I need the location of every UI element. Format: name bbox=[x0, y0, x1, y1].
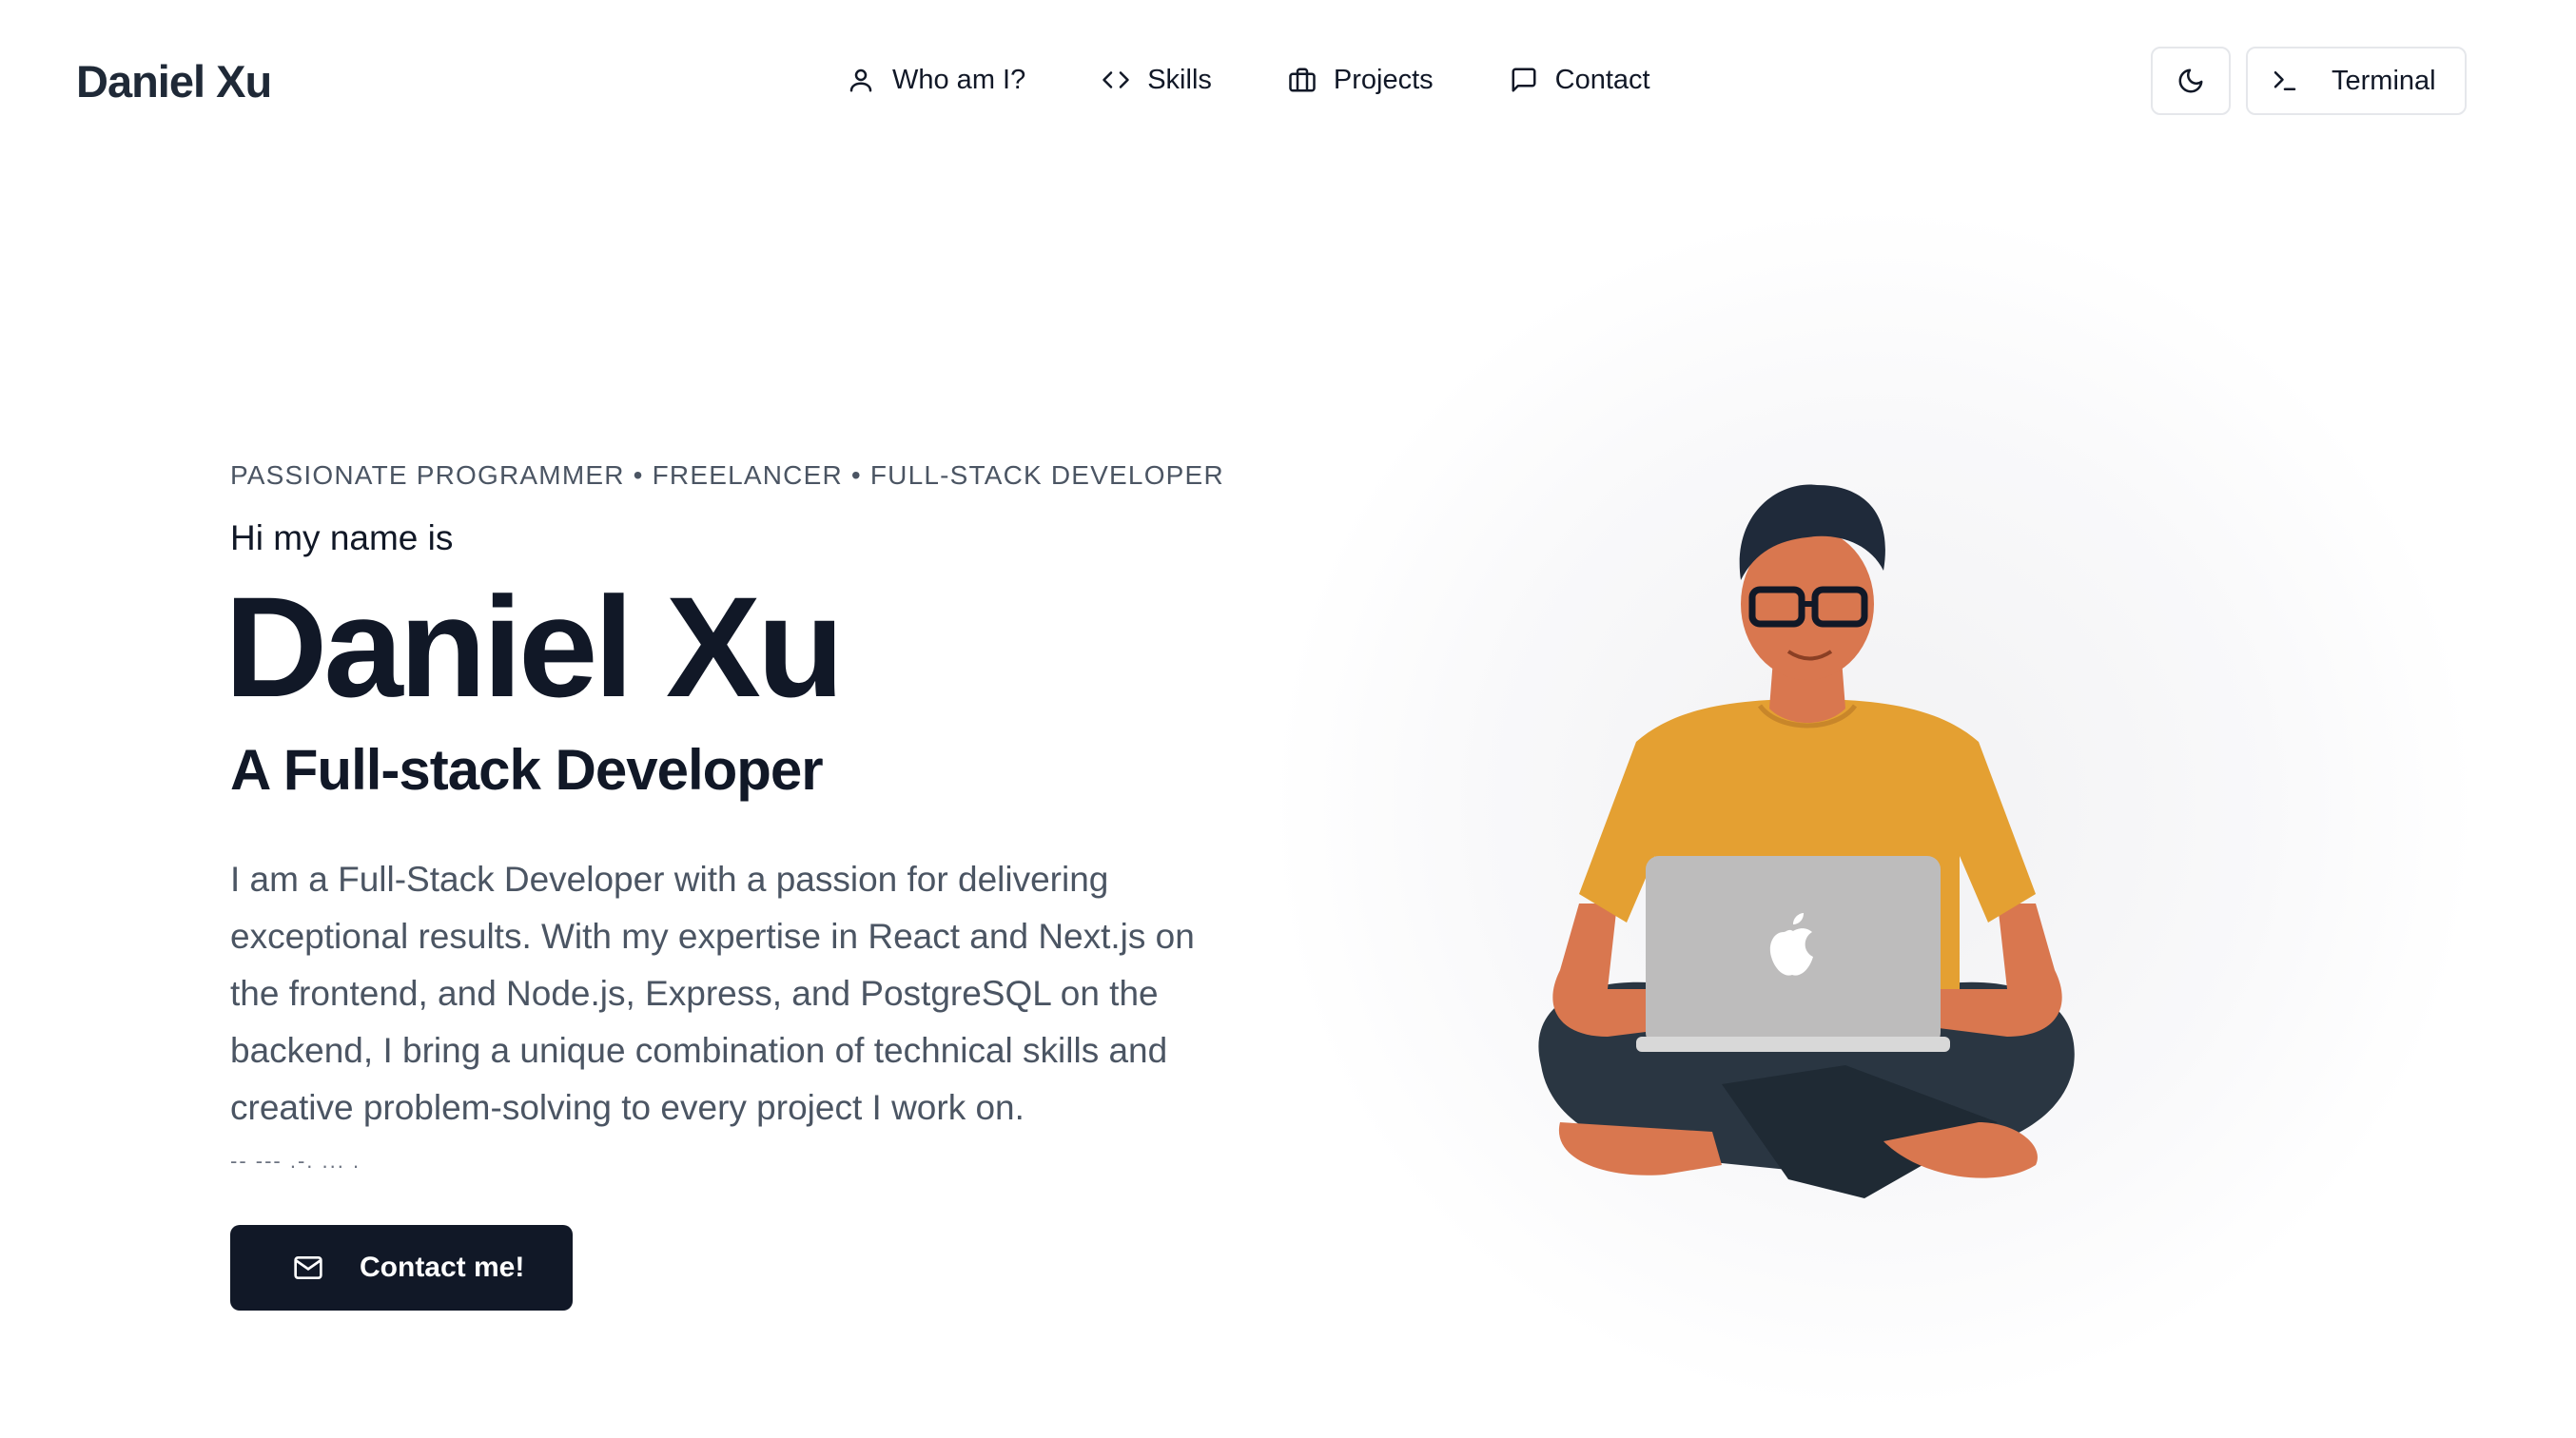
theme-toggle-button[interactable] bbox=[2151, 47, 2231, 115]
code-icon bbox=[1103, 71, 1129, 88]
hero-intro: Hi my name is bbox=[230, 518, 454, 557]
nav-projects[interactable]: Projects bbox=[1288, 61, 1434, 99]
hero-tagline: PASSIONATE PROGRAMMER • FREELANCER • FUL… bbox=[230, 460, 1224, 490]
nav-label: Who am I? bbox=[892, 64, 1026, 95]
moon-icon bbox=[2178, 68, 2203, 93]
message-icon bbox=[1512, 68, 1536, 92]
hero-name: Daniel Xu bbox=[224, 567, 844, 727]
terminal-label: Terminal bbox=[2332, 65, 2436, 96]
main-nav: Who am I? Skills Projects Contact bbox=[847, 61, 1727, 99]
terminal-button[interactable]: Terminal bbox=[2246, 47, 2467, 115]
hero-role: A Full-stack Developer bbox=[230, 738, 824, 802]
user-icon bbox=[849, 68, 872, 92]
nav-contact[interactable]: Contact bbox=[1510, 61, 1650, 99]
contact-me-button[interactable]: Contact me! bbox=[230, 1225, 573, 1311]
nav-label: Contact bbox=[1554, 64, 1650, 95]
nav-who-am-i[interactable]: Who am I? bbox=[847, 61, 1025, 99]
site-brand[interactable]: Daniel Xu bbox=[76, 55, 272, 107]
hero-bio: I am a Full-Stack Developer with a passi… bbox=[230, 860, 1195, 1127]
briefcase-icon bbox=[1289, 68, 1316, 92]
cta-label: Contact me! bbox=[360, 1252, 525, 1283]
nav-skills[interactable]: Skills bbox=[1102, 61, 1212, 99]
morse-text: -- --- .-. ... . bbox=[230, 1149, 361, 1173]
developer-illustration bbox=[1538, 484, 2075, 1198]
mail-icon bbox=[294, 1256, 322, 1279]
nav-label: Projects bbox=[1333, 64, 1434, 95]
terminal-icon bbox=[2274, 71, 2296, 90]
nav-label: Skills bbox=[1147, 64, 1212, 95]
